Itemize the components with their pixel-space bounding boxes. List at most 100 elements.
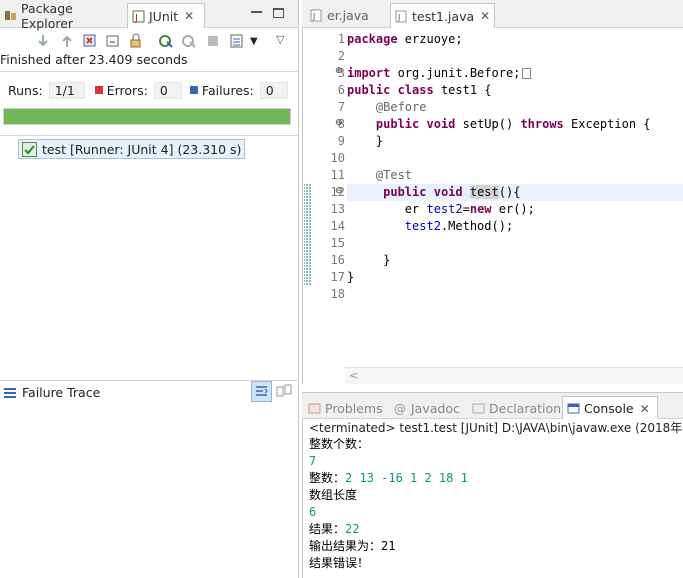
error-icon [94, 86, 103, 94]
tab-declaration[interactable]: Declaration [472, 396, 562, 420]
view-menu-icon[interactable]: ▽ [276, 33, 292, 49]
output-line: 整数个数： [309, 437, 370, 451]
left-tabbar: Package Explorer J JUnit ✕ [0, 0, 298, 31]
failure-icon [189, 86, 198, 94]
code-line: test2.Method(); [347, 218, 683, 235]
code-text: .Method(); [440, 219, 514, 233]
divider [0, 71, 298, 72]
keyword: void [433, 185, 463, 199]
output-line: 输出结果为：21 [309, 539, 396, 553]
run-counts: Runs: 1/1 Errors: 0 Failures: 0 [8, 80, 292, 100]
current-code-line: public void test(){ [347, 184, 683, 201]
line-number: 7 [337, 100, 345, 114]
code-line: } [347, 133, 683, 150]
output-line: 数组长度 [309, 488, 358, 502]
code-text: erzuoye; [397, 32, 463, 46]
maximize-icon[interactable] [273, 8, 284, 18]
code-line: } [347, 269, 683, 286]
filter-stack-trace-icon[interactable] [251, 381, 272, 402]
expand-fold-icon[interactable]: ⊕ [335, 66, 343, 76]
keyword: new [469, 202, 492, 216]
progress-fill [4, 109, 290, 124]
code-line: } [347, 252, 683, 269]
svg-text:J: J [312, 12, 315, 21]
problems-icon [308, 402, 321, 415]
divider [0, 135, 298, 136]
compare-result-icon[interactable] [276, 384, 292, 400]
keyword: throws [520, 117, 564, 131]
tab-label: Console [584, 401, 634, 416]
scroll-left-icon[interactable]: < [349, 369, 358, 382]
junit-toolbar: ▼ ▽ [0, 29, 298, 53]
tab-javadoc[interactable]: @ Javadoc [394, 396, 474, 420]
errors-value: 0 [153, 81, 182, 99]
stack-trace-icon [4, 387, 16, 398]
tab-test1-java[interactable]: J test1.java ✕ [390, 3, 495, 28]
annotation: @Test [375, 168, 413, 182]
folded-block-icon[interactable] [522, 68, 532, 79]
rerun-failures-first-icon[interactable] [181, 33, 197, 49]
close-icon[interactable]: ✕ [640, 402, 650, 416]
chevron-down-icon[interactable]: ▼ [250, 36, 266, 52]
line-number: 18 [330, 287, 345, 301]
highlighted-method-name: test [469, 185, 499, 199]
test-tree-item[interactable]: test [Runner: JUnit 4] (23.310 s) [18, 139, 246, 159]
previous-failure-icon[interactable] [59, 33, 75, 49]
code-text: er(); [491, 202, 535, 216]
test-run-history-icon[interactable] [229, 33, 245, 49]
tab-er-java[interactable]: J er.java [306, 3, 388, 28]
tab-label: Problems [325, 400, 383, 416]
runs-value: 1/1 [48, 81, 85, 99]
test-item-label: test [Runner: JUnit 4] (23.310 s) [42, 141, 242, 157]
close-icon[interactable]: ✕ [480, 9, 490, 23]
svg-text:J: J [397, 13, 400, 22]
failures-label: Failures: [201, 82, 254, 98]
code-text: } [383, 253, 391, 267]
keyword: void [426, 117, 456, 131]
code-line: import org.junit.Before; [347, 65, 683, 82]
line-number: 17 [330, 270, 345, 284]
editor-area: J er.java J test1.java ✕ 1 2 3 6 7 8 9 1… [302, 0, 683, 578]
variable: test2 [426, 202, 463, 216]
tab-package-explorer[interactable]: Package Explorer [0, 1, 127, 31]
close-icon[interactable]: ✕ [184, 9, 194, 23]
tab-problems[interactable]: Problems [308, 396, 388, 420]
tab-label: Declaration [489, 400, 562, 416]
runs-label: Runs: [8, 82, 43, 98]
lock-icon[interactable] [128, 33, 144, 49]
line-number: 9 [337, 134, 345, 148]
code-text: Exception { [563, 117, 651, 131]
stop-icon[interactable] [205, 33, 221, 49]
at-sign-icon: @ [394, 401, 406, 416]
keyword: public [375, 117, 420, 131]
code-text: } [347, 270, 355, 284]
tab-label: er.java [327, 8, 369, 23]
output-line: 结果： [309, 522, 346, 536]
console-output[interactable]: <terminated> test1.test [JUnit] D:\JAVA\… [302, 419, 683, 578]
next-failure-icon[interactable] [35, 33, 51, 49]
minimize-icon[interactable] [251, 11, 262, 13]
code-text: (){ [498, 185, 521, 199]
code-editor[interactable]: 1 2 3 6 7 8 9 10 11 12 13 14 15 16 17 18… [302, 28, 683, 384]
tab-junit[interactable]: J JUnit ✕ [127, 3, 205, 28]
input-line: 6 [309, 505, 317, 519]
keyword: public [383, 185, 427, 199]
code-line: @Test [347, 167, 683, 184]
bottom-tabbar: Problems @ Javadoc Declaration Console ✕ [302, 392, 683, 420]
collapse-fold-icon[interactable]: ⊖ [335, 186, 343, 196]
collapse-fold-icon[interactable]: ⊖ [335, 118, 343, 128]
tab-console[interactable]: Console ✕ [562, 396, 658, 420]
junit-panel: Package Explorer J JUnit ✕ ▼ ▽ Finished … [0, 0, 299, 578]
console-text: 整数个数： 7 整数：2 13 -16 1 2 18 1 数组长度 6 结果：22 输出结果… [309, 436, 683, 572]
show-failures-only-icon[interactable] [82, 33, 98, 49]
code-line: public void setUp() throws Exception { [347, 116, 683, 133]
rerun-test-icon[interactable] [158, 33, 174, 49]
change-ruler [303, 28, 313, 328]
test-progress-bar [3, 108, 291, 125]
line-number: 13 [330, 202, 345, 216]
horizontal-scrollbar[interactable]: < [345, 367, 683, 384]
code-line: @Before [347, 99, 683, 116]
scroll-lock-icon[interactable] [105, 33, 121, 49]
